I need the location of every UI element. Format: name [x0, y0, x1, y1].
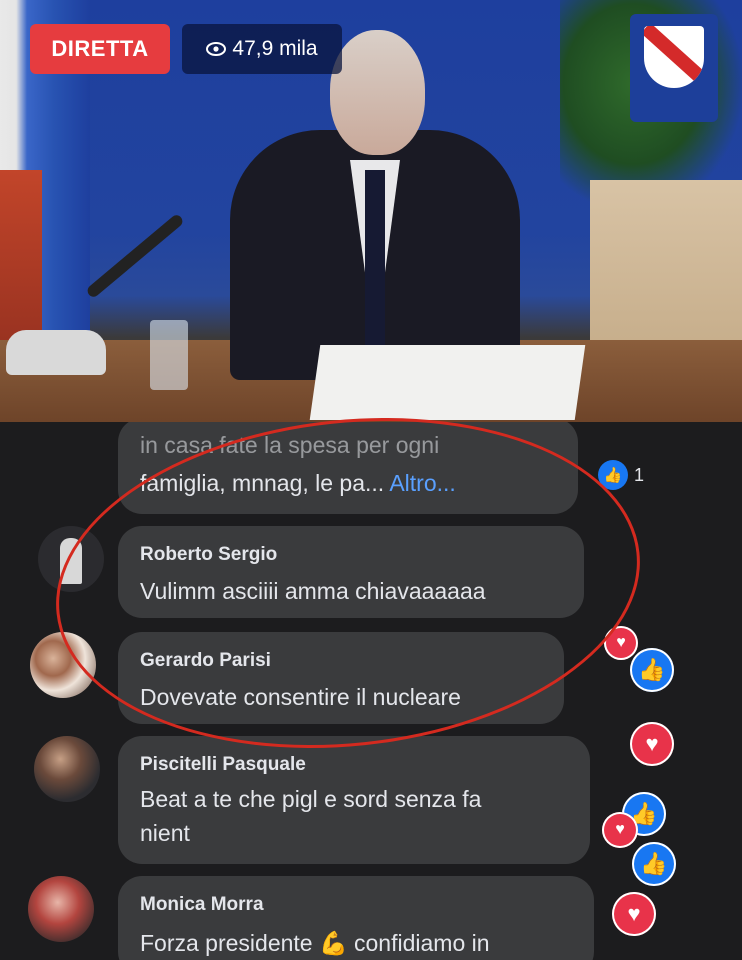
comment-text: Vulimm asciiii amma chiavaaaaaa — [140, 578, 486, 604]
water-glass — [150, 320, 188, 390]
comment-text: famiglia, mnnag, le pa... Altro... — [140, 470, 456, 496]
comment-text: Dovevate consentire il nucleare — [140, 684, 461, 710]
wall-panel — [590, 180, 742, 355]
speaker — [230, 20, 520, 380]
comments-panel[interactable]: in casa fate la spesa per ogni famiglia,… — [0, 422, 742, 960]
viewer-count: 47,9 mila — [182, 24, 342, 74]
flexed-biceps-icon: 💪 — [318, 930, 348, 956]
viewer-count-value: 47,9 mila — [232, 37, 318, 60]
comment-bubble[interactable]: in casa fate la spesa per ogni famiglia,… — [118, 422, 578, 514]
like-count[interactable]: 👍 1 — [598, 460, 644, 490]
thumbs-up-icon: 👍 — [632, 842, 676, 886]
commenter-name[interactable]: Roberto Sergio — [140, 544, 277, 566]
region-shield — [644, 26, 704, 88]
heart-icon: ♥ — [602, 812, 638, 848]
comment-text: in casa fate la spesa per ogni — [140, 432, 440, 458]
speaker-tie — [365, 170, 385, 350]
more-link[interactable]: Altro... — [389, 470, 455, 496]
speaker-head — [330, 30, 425, 155]
avatar[interactable] — [38, 526, 104, 592]
comment-text: Beat a te che pigl e sord senza fa nient — [140, 786, 482, 846]
avatar[interactable] — [34, 736, 100, 802]
flag-red-stripe — [0, 170, 42, 340]
heart-icon: ♥ — [612, 892, 656, 936]
thumbs-up-icon: 👍 — [598, 460, 628, 490]
live-label: DIRETTA — [51, 36, 149, 61]
heart-icon: ♥ — [630, 722, 674, 766]
comment-bubble[interactable]: Roberto Sergio Vulimm asciiii amma chiav… — [118, 526, 584, 618]
thumbs-up-icon: 👍 — [630, 648, 674, 692]
desk-phone — [6, 330, 106, 375]
live-badge: DIRETTA — [30, 24, 170, 74]
heart-icon: ♥ — [604, 626, 638, 660]
region-logo — [630, 14, 718, 122]
region-logo-caption — [638, 102, 710, 112]
eye-icon — [206, 42, 227, 56]
avatar[interactable] — [28, 876, 94, 942]
microphone — [85, 212, 185, 300]
comment-bubble[interactable]: Monica Morra Forza presidente 💪 confidia… — [118, 876, 594, 960]
commenter-name[interactable]: Piscitelli Pasquale — [140, 754, 306, 776]
commenter-name[interactable]: Monica Morra — [140, 894, 264, 916]
comment-bubble[interactable]: Piscitelli Pasquale Beat a te che pigl e… — [118, 736, 590, 864]
live-video[interactable]: DIRETTA 47,9 mila — [0, 0, 742, 422]
papers — [309, 345, 586, 420]
avatar[interactable] — [30, 632, 96, 698]
commenter-name[interactable]: Gerardo Parisi — [140, 650, 271, 672]
comment-bubble[interactable]: Gerardo Parisi Dovevate consentire il nu… — [118, 632, 564, 724]
comment-text: Forza presidente 💪 confidiamo in — [140, 930, 490, 956]
